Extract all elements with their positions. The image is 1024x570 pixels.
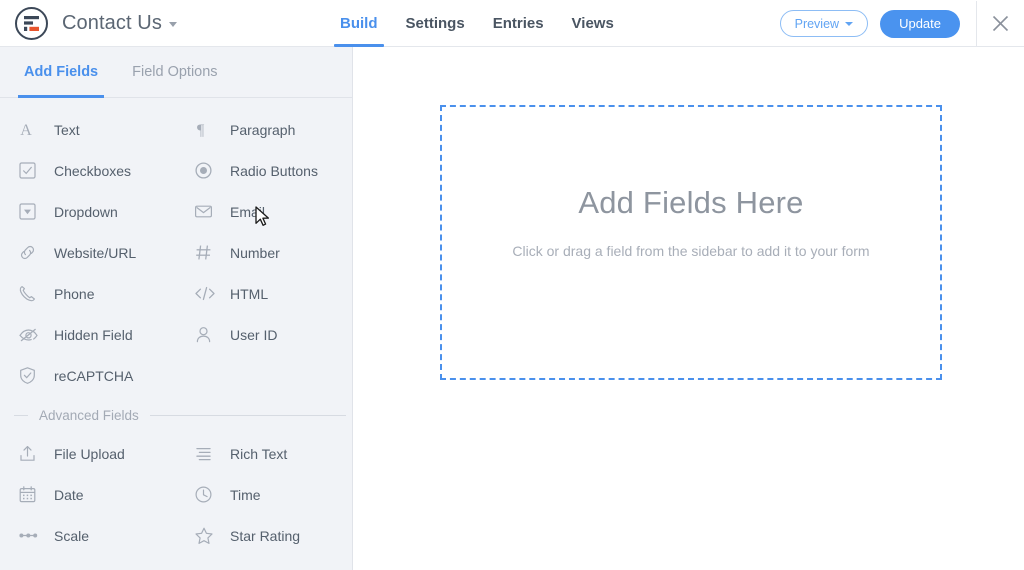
field-label: Time — [230, 487, 261, 503]
text-lines-icon — [194, 444, 220, 463]
clock-icon — [194, 485, 220, 504]
advanced-fields-grid: File Upload Rich Text — [0, 427, 352, 556]
advanced-fields-separator: Advanced Fields — [0, 408, 352, 423]
field-item-number[interactable]: Number — [176, 232, 352, 273]
sidebar-tab-field-options-label: Field Options — [132, 64, 217, 80]
star-outline-icon — [194, 526, 220, 545]
field-label: Phone — [54, 286, 94, 302]
calendar-icon — [18, 485, 44, 504]
field-label: User ID — [230, 327, 277, 343]
hash-icon — [194, 243, 220, 262]
close-button[interactable] — [977, 0, 1024, 47]
separator-line-right — [150, 415, 346, 416]
update-button[interactable]: Update — [880, 10, 960, 38]
fields-sidebar: Add Fields Field Options A Text ¶ Paragr… — [0, 47, 353, 570]
field-label: Date — [54, 487, 84, 503]
svg-text:¶: ¶ — [197, 122, 205, 139]
svg-text:A: A — [20, 122, 32, 139]
checkbox-checked-icon — [18, 161, 44, 180]
field-item-star-rating[interactable]: Star Rating — [176, 515, 352, 556]
field-item-phone[interactable]: Phone — [0, 273, 176, 314]
field-label: Rich Text — [230, 446, 287, 462]
preview-button[interactable]: Preview — [780, 10, 868, 37]
close-icon — [992, 15, 1009, 32]
field-item-html[interactable]: HTML — [176, 273, 352, 314]
pilcrow-icon: ¶ — [194, 120, 220, 139]
field-item-radio-buttons[interactable]: Radio Buttons — [176, 150, 352, 191]
form-dropzone[interactable]: Add Fields Here Click or drag a field fr… — [440, 105, 942, 380]
field-label: File Upload — [54, 446, 125, 462]
field-item-recaptcha[interactable]: reCAPTCHA — [0, 355, 176, 396]
upload-box-icon — [18, 444, 44, 463]
dropzone-subtitle: Click or drag a field from the sidebar t… — [512, 243, 869, 259]
field-item-rich-text[interactable]: Rich Text — [176, 433, 352, 474]
field-label: Number — [230, 245, 280, 261]
tab-settings-label: Settings — [406, 15, 465, 32]
field-item-website-url[interactable]: Website/URL — [0, 232, 176, 273]
tab-build-label: Build — [340, 15, 378, 32]
radio-button-icon — [194, 161, 220, 180]
code-brackets-icon — [194, 284, 220, 303]
envelope-icon — [194, 202, 220, 221]
text-serif-a-icon: A — [18, 120, 44, 139]
eye-slash-icon — [18, 325, 44, 344]
header-actions: Preview Update — [780, 0, 1024, 47]
field-label: Hidden Field — [54, 327, 133, 343]
field-item-user-id[interactable]: User ID — [176, 314, 352, 355]
form-canvas: Add Fields Here Click or drag a field fr… — [354, 47, 1024, 570]
field-label: Dropdown — [54, 204, 118, 220]
field-label: reCAPTCHA — [54, 368, 133, 384]
basic-fields-grid: A Text ¶ Paragraph Checkboxes — [0, 98, 352, 396]
field-label: Paragraph — [230, 122, 295, 138]
user-person-icon — [194, 325, 220, 344]
field-item-dropdown[interactable]: Dropdown — [0, 191, 176, 232]
app-header: Contact Us Build Settings Entries Views … — [0, 0, 1024, 47]
field-item-time[interactable]: Time — [176, 474, 352, 515]
field-label: Radio Buttons — [230, 163, 318, 179]
field-item-scale[interactable]: Scale — [0, 515, 176, 556]
field-label: HTML — [230, 286, 268, 302]
advanced-fields-label: Advanced Fields — [28, 408, 150, 423]
form-title-dropdown[interactable]: Contact Us — [62, 12, 177, 35]
dropzone-title: Add Fields Here — [578, 185, 803, 221]
field-label: Email — [230, 204, 265, 220]
field-item-checkboxes[interactable]: Checkboxes — [0, 150, 176, 191]
dropdown-select-icon — [18, 202, 44, 221]
tab-settings[interactable]: Settings — [392, 0, 479, 47]
field-item-text[interactable]: A Text — [0, 109, 176, 150]
field-label: Text — [54, 122, 80, 138]
field-item-file-upload[interactable]: File Upload — [0, 433, 176, 474]
link-chain-icon — [18, 243, 44, 262]
tab-entries-label: Entries — [493, 15, 544, 32]
brand-area: Contact Us — [0, 7, 177, 40]
tab-build[interactable]: Build — [326, 0, 392, 47]
scale-slider-icon — [18, 526, 44, 545]
field-item-paragraph[interactable]: ¶ Paragraph — [176, 109, 352, 150]
sidebar-tab-field-options[interactable]: Field Options — [126, 47, 223, 98]
sidebar-tab-add-fields[interactable]: Add Fields — [18, 47, 104, 98]
field-item-email[interactable]: Email — [176, 191, 352, 232]
tab-entries[interactable]: Entries — [479, 0, 558, 47]
chevron-down-icon — [169, 22, 177, 27]
separator-line-left — [14, 415, 28, 416]
main-nav-tabs: Build Settings Entries Views — [326, 0, 628, 47]
field-item-hidden-field[interactable]: Hidden Field — [0, 314, 176, 355]
field-label: Checkboxes — [54, 163, 131, 179]
formidable-logo-icon — [15, 7, 48, 40]
sidebar-tab-add-fields-label: Add Fields — [24, 64, 98, 80]
phone-handset-icon — [18, 284, 44, 303]
form-title-text: Contact Us — [62, 12, 162, 35]
shield-check-icon — [18, 366, 44, 385]
field-label: Website/URL — [54, 245, 136, 261]
sidebar-tabs: Add Fields Field Options — [0, 47, 352, 98]
tab-views-label: Views — [572, 15, 614, 32]
preview-button-label: Preview — [795, 17, 839, 31]
field-label: Scale — [54, 528, 89, 544]
chevron-down-icon — [845, 22, 853, 26]
field-label: Star Rating — [230, 528, 300, 544]
field-item-date[interactable]: Date — [0, 474, 176, 515]
tab-views[interactable]: Views — [558, 0, 628, 47]
